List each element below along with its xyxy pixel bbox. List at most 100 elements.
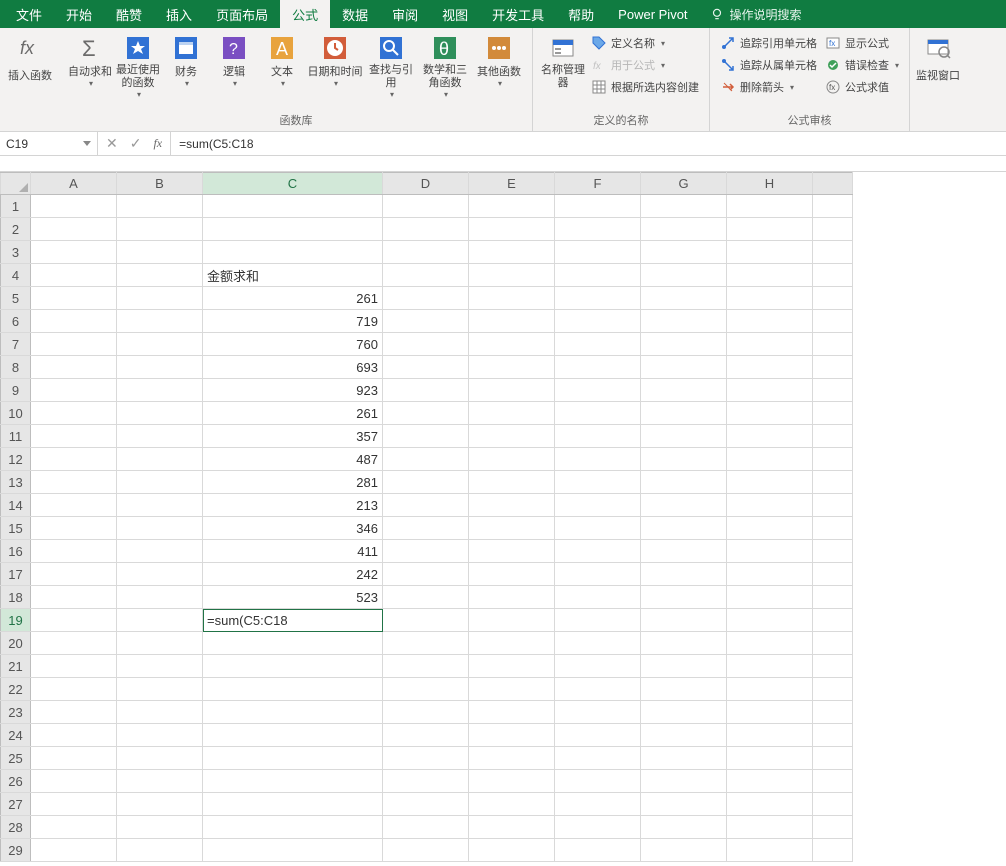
insert-function-button[interactable]: fx 插入函数 [6,30,54,90]
row-header-21[interactable]: 21 [1,655,31,678]
cell-F6[interactable] [555,310,641,333]
cell-G27[interactable] [641,793,727,816]
col-header-C[interactable]: C [203,173,383,195]
cell-E12[interactable] [469,448,555,471]
cell-G20[interactable] [641,632,727,655]
cell-E7[interactable] [469,333,555,356]
cell-D25[interactable] [383,747,469,770]
cell-E3[interactable] [469,241,555,264]
cell-C7[interactable]: 760 [203,333,383,356]
cell-B4[interactable] [117,264,203,287]
row-header-15[interactable]: 15 [1,517,31,540]
cell-H27[interactable] [727,793,813,816]
cell-E28[interactable] [469,816,555,839]
cell-E17[interactable] [469,563,555,586]
cell-A2[interactable] [31,218,117,241]
col-header-E[interactable]: E [469,173,555,195]
cell-D22[interactable] [383,678,469,701]
cell-F11[interactable] [555,425,641,448]
cell-G9[interactable] [641,379,727,402]
formula-input[interactable]: =sum(C5:C18 [171,132,1006,155]
cell-F3[interactable] [555,241,641,264]
cell-H10[interactable] [727,402,813,425]
cell-B9[interactable] [117,379,203,402]
cell-E16[interactable] [469,540,555,563]
cell-D20[interactable] [383,632,469,655]
cell-A13[interactable] [31,471,117,494]
cell-F19[interactable] [555,609,641,632]
cell-D6[interactable] [383,310,469,333]
cell-E15[interactable] [469,517,555,540]
row-header-5[interactable]: 5 [1,287,31,310]
cell-x11[interactable] [813,425,853,448]
cell-B21[interactable] [117,655,203,678]
cell-A8[interactable] [31,356,117,379]
cell-B10[interactable] [117,402,203,425]
cell-G24[interactable] [641,724,727,747]
cell-H17[interactable] [727,563,813,586]
define-name-button[interactable]: 定义名称▾ [587,32,703,54]
cell-C19[interactable]: =sum(C5:C18 [203,609,383,632]
row-header-8[interactable]: 8 [1,356,31,379]
cell-F1[interactable] [555,195,641,218]
cell-F12[interactable] [555,448,641,471]
cell-G29[interactable] [641,839,727,862]
row-header-26[interactable]: 26 [1,770,31,793]
cell-x1[interactable] [813,195,853,218]
cell-A20[interactable] [31,632,117,655]
cell-D1[interactable] [383,195,469,218]
cell-E21[interactable] [469,655,555,678]
cell-F10[interactable] [555,402,641,425]
cell-F8[interactable] [555,356,641,379]
cell-G12[interactable] [641,448,727,471]
cell-x12[interactable] [813,448,853,471]
cell-H28[interactable] [727,816,813,839]
cell-G15[interactable] [641,517,727,540]
cell-D9[interactable] [383,379,469,402]
cell-B7[interactable] [117,333,203,356]
cell-F14[interactable] [555,494,641,517]
cell-F26[interactable] [555,770,641,793]
cell-B14[interactable] [117,494,203,517]
cell-B19[interactable] [117,609,203,632]
cell-G18[interactable] [641,586,727,609]
cell-C28[interactable] [203,816,383,839]
use-in-formula-button[interactable]: fx 用于公式▾ [587,54,703,76]
menu-data[interactable]: 数据 [330,0,380,28]
row-header-27[interactable]: 27 [1,793,31,816]
watch-window-button[interactable]: 监视窗口 [916,30,960,90]
row-header-17[interactable]: 17 [1,563,31,586]
math-button[interactable]: θ 数学和三角函数▾ [418,30,472,100]
logical-button[interactable]: ? 逻辑▾ [210,30,258,90]
cell-H22[interactable] [727,678,813,701]
cell-F24[interactable] [555,724,641,747]
cell-H6[interactable] [727,310,813,333]
cell-E27[interactable] [469,793,555,816]
cell-B17[interactable] [117,563,203,586]
cell-x18[interactable] [813,586,853,609]
cell-A3[interactable] [31,241,117,264]
cell-C21[interactable] [203,655,383,678]
cell-C5[interactable]: 261 [203,287,383,310]
cell-B2[interactable] [117,218,203,241]
cell-E18[interactable] [469,586,555,609]
cell-D29[interactable] [383,839,469,862]
cell-x6[interactable] [813,310,853,333]
cell-x3[interactable] [813,241,853,264]
cell-D26[interactable] [383,770,469,793]
row-header-14[interactable]: 14 [1,494,31,517]
cell-C17[interactable]: 242 [203,563,383,586]
cell-C18[interactable]: 523 [203,586,383,609]
row-header-24[interactable]: 24 [1,724,31,747]
cell-A19[interactable] [31,609,117,632]
cell-A28[interactable] [31,816,117,839]
cell-C27[interactable] [203,793,383,816]
cell-E2[interactable] [469,218,555,241]
cell-C29[interactable] [203,839,383,862]
more-functions-button[interactable]: 其他函数▾ [472,30,526,90]
cell-x5[interactable] [813,287,853,310]
cell-F22[interactable] [555,678,641,701]
cell-x29[interactable] [813,839,853,862]
cell-C20[interactable] [203,632,383,655]
cell-A11[interactable] [31,425,117,448]
